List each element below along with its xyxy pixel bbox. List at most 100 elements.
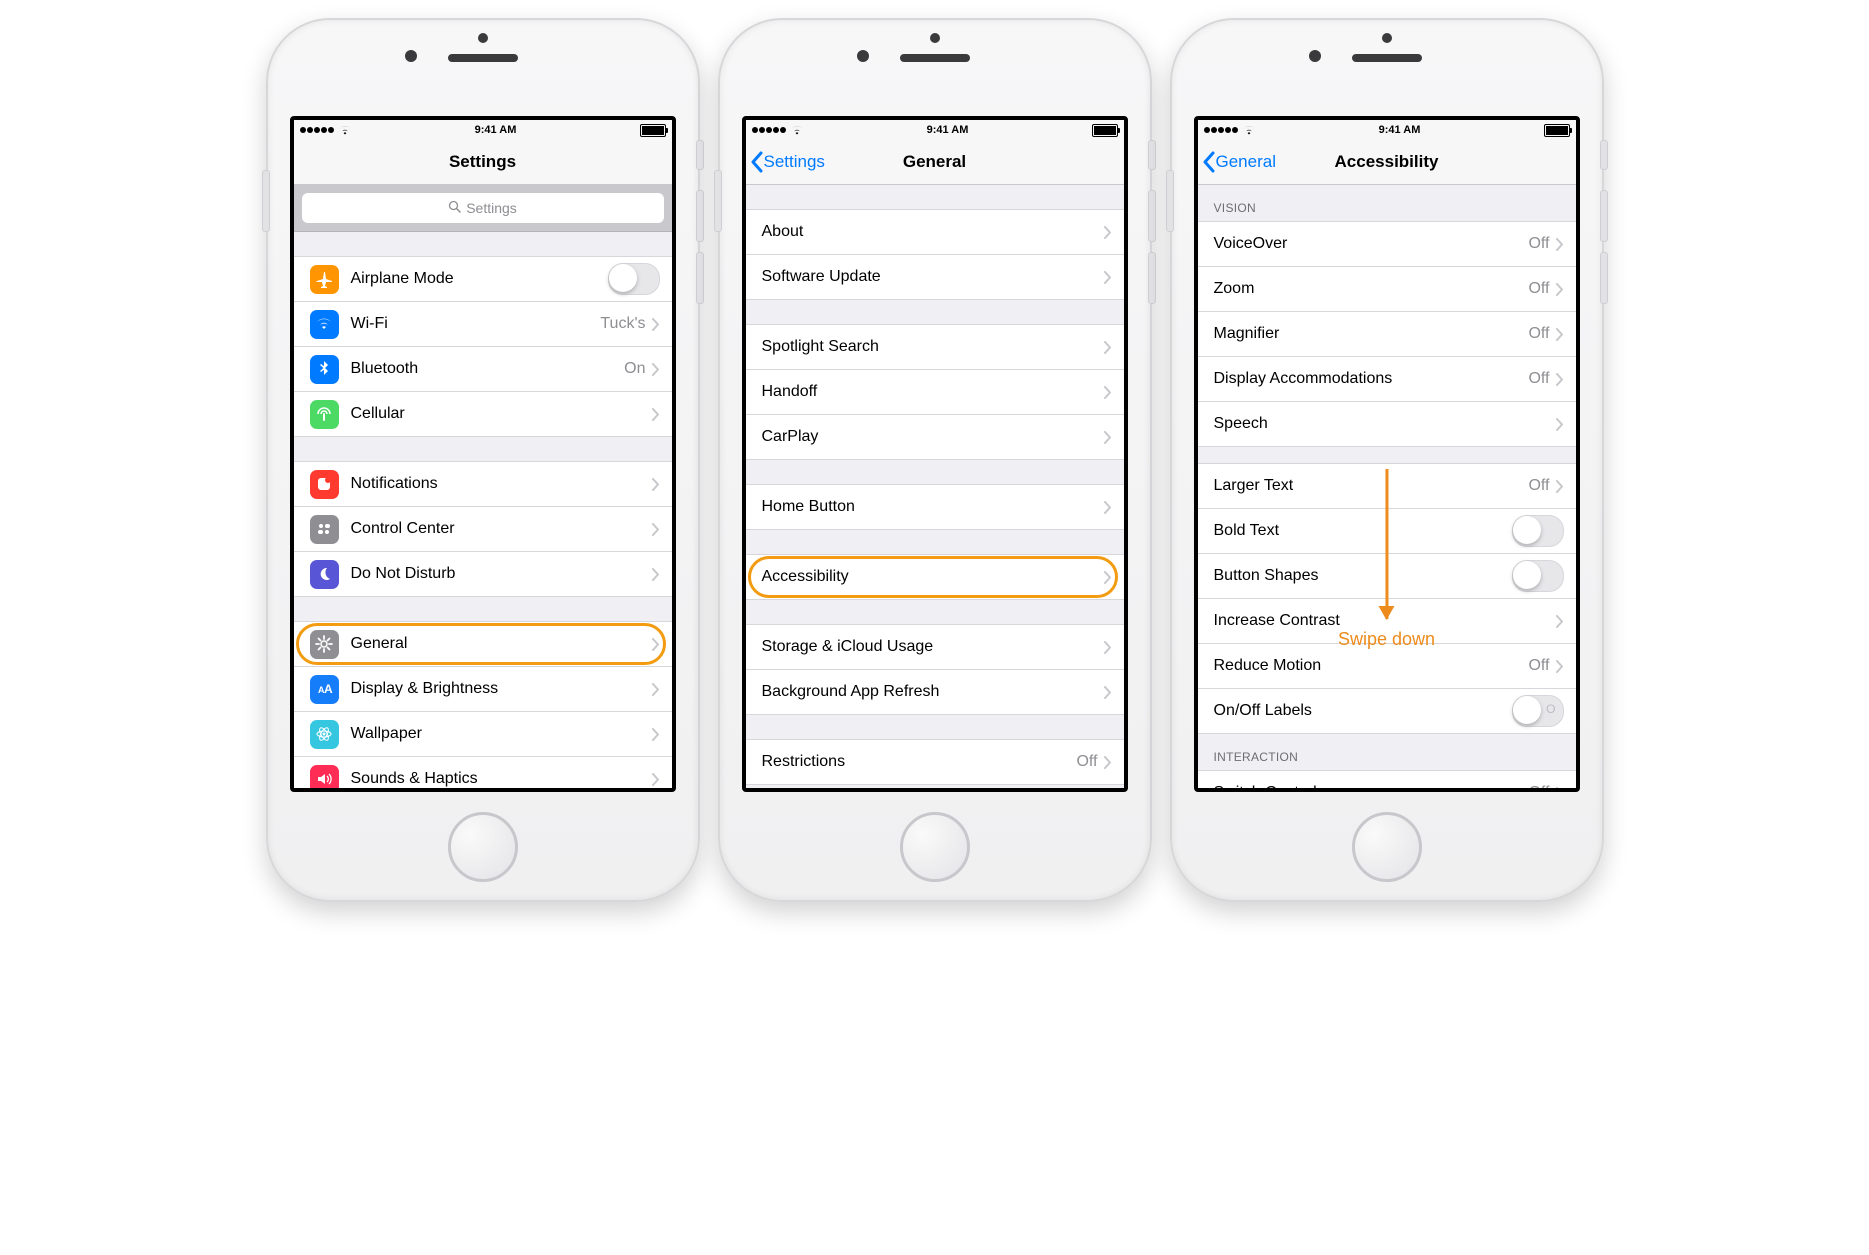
chevron-right-icon: [1556, 787, 1564, 793]
row-label: Button Shapes: [1214, 567, 1512, 585]
row-value: Off: [1528, 477, 1549, 495]
chevron-right-icon: [1104, 641, 1112, 654]
cellular-icon: [310, 400, 339, 429]
home-button[interactable]: [448, 812, 518, 882]
airplane-icon: [310, 265, 339, 294]
battery-icon: [1544, 124, 1570, 137]
chevron-right-icon: [652, 363, 660, 376]
screen-general[interactable]: 9:41 AM Settings General AboutSoftware U…: [742, 116, 1128, 792]
row-label: About: [762, 223, 1104, 241]
tutorial-triptych: 9:41 AM Settings Settings Airplane Mode W…: [0, 0, 1869, 920]
row-label: Display Accommodations: [1214, 370, 1529, 388]
row-onofflabels[interactable]: On/Off Labels: [1198, 689, 1576, 734]
row-display[interactable]: AADisplay & Brightness: [294, 667, 672, 712]
search-field[interactable]: Settings: [302, 193, 664, 223]
chevron-right-icon: [652, 318, 660, 331]
status-bar: 9:41 AM: [746, 120, 1124, 140]
back-label: Settings: [764, 152, 825, 172]
nav-title: Settings: [294, 152, 672, 172]
row-largertext[interactable]: Larger TextOff: [1198, 463, 1576, 509]
row-value: Off: [1076, 753, 1097, 771]
row-notifications[interactable]: Notifications: [294, 461, 672, 507]
moon-icon: [310, 560, 339, 589]
row-reducemotion[interactable]: Reduce MotionOff: [1198, 644, 1576, 689]
back-label: General: [1216, 152, 1276, 172]
row-sounds[interactable]: Sounds & Haptics: [294, 757, 672, 792]
row-cellular[interactable]: Cellular: [294, 392, 672, 437]
section-header-interaction: INTERACTION: [1198, 734, 1576, 770]
status-time: 9:41 AM: [1379, 124, 1421, 136]
bluetooth-icon: [310, 355, 339, 384]
row-switchcontrol[interactable]: Switch ControlOff: [1198, 770, 1576, 792]
display-brightness-icon: AA: [310, 675, 339, 704]
row-magnifier[interactable]: MagnifierOff: [1198, 312, 1576, 357]
chevron-right-icon: [1556, 238, 1564, 251]
row-label: Background App Refresh: [762, 683, 1104, 701]
row-buttonshapes[interactable]: Button Shapes: [1198, 554, 1576, 599]
screen-settings[interactable]: 9:41 AM Settings Settings Airplane Mode W…: [290, 116, 676, 792]
row-value: On: [624, 360, 645, 378]
row-label: Control Center: [351, 520, 652, 538]
row-voiceover[interactable]: VoiceOverOff: [1198, 221, 1576, 267]
row-label: Bold Text: [1214, 522, 1512, 540]
section-header-vision: VISION: [1198, 185, 1576, 221]
row-contrast[interactable]: Increase Contrast: [1198, 599, 1576, 644]
row-label: CarPlay: [762, 428, 1104, 446]
back-button[interactable]: General: [1198, 151, 1276, 173]
row-displayacc[interactable]: Display AccommodationsOff: [1198, 357, 1576, 402]
row-label: Reduce Motion: [1214, 657, 1529, 675]
row-homebutton[interactable]: Home Button: [746, 484, 1124, 530]
home-button[interactable]: [1352, 812, 1422, 882]
chevron-right-icon: [652, 523, 660, 536]
nav-bar: General Accessibility: [1198, 140, 1576, 185]
chevron-right-icon: [1556, 283, 1564, 296]
toggle-airplane[interactable]: [608, 263, 660, 295]
row-label: Increase Contrast: [1214, 612, 1556, 630]
row-spotlight[interactable]: Spotlight Search: [746, 324, 1124, 370]
row-boldtext[interactable]: Bold Text: [1198, 509, 1576, 554]
screen-accessibility[interactable]: 9:41 AM General Accessibility VISION Voi…: [1194, 116, 1580, 792]
row-label: Software Update: [762, 268, 1104, 286]
chevron-right-icon: [1104, 226, 1112, 239]
row-carplay[interactable]: CarPlay: [746, 415, 1124, 460]
svg-text:A: A: [324, 682, 333, 696]
chevron-right-icon: [652, 683, 660, 696]
iphone-frame-3: 9:41 AM General Accessibility VISION Voi…: [1170, 18, 1604, 902]
row-software[interactable]: Software Update: [746, 255, 1124, 300]
status-time: 9:41 AM: [475, 124, 517, 136]
toggle-buttonshapes[interactable]: [1512, 560, 1564, 592]
row-wifi[interactable]: Wi-FiTuck's: [294, 302, 672, 347]
row-label: Do Not Disturb: [351, 565, 652, 583]
row-about[interactable]: About: [746, 209, 1124, 255]
row-airplane[interactable]: Airplane Mode: [294, 256, 672, 302]
chevron-right-icon: [1556, 615, 1564, 628]
row-handoff[interactable]: Handoff: [746, 370, 1124, 415]
toggle-boldtext[interactable]: [1512, 515, 1564, 547]
row-speech[interactable]: Speech: [1198, 402, 1576, 447]
row-zoom[interactable]: ZoomOff: [1198, 267, 1576, 312]
row-bluetooth[interactable]: BluetoothOn: [294, 347, 672, 392]
row-wallpaper[interactable]: Wallpaper: [294, 712, 672, 757]
back-button[interactable]: Settings: [746, 151, 825, 173]
row-label: General: [351, 635, 652, 653]
chevron-right-icon: [652, 408, 660, 421]
row-controlcenter[interactable]: Control Center: [294, 507, 672, 552]
row-restrictions[interactable]: RestrictionsOff: [746, 739, 1124, 785]
row-label: Restrictions: [762, 753, 1077, 771]
row-dnd[interactable]: Do Not Disturb: [294, 552, 672, 597]
row-label: Airplane Mode: [351, 270, 608, 288]
row-background[interactable]: Background App Refresh: [746, 670, 1124, 715]
wifi-icon: [790, 125, 804, 135]
wifi-icon: [1242, 125, 1256, 135]
row-storage[interactable]: Storage & iCloud Usage: [746, 624, 1124, 670]
row-accessibility[interactable]: Accessibility: [746, 554, 1124, 600]
row-label: Notifications: [351, 475, 652, 493]
row-label: Storage & iCloud Usage: [762, 638, 1104, 656]
chevron-right-icon: [1104, 501, 1112, 514]
toggle-onofflabels[interactable]: [1512, 695, 1564, 727]
home-button[interactable]: [900, 812, 970, 882]
search-icon: [448, 200, 461, 216]
row-general[interactable]: General: [294, 621, 672, 667]
row-label: Wallpaper: [351, 725, 652, 743]
chevron-right-icon: [1104, 341, 1112, 354]
